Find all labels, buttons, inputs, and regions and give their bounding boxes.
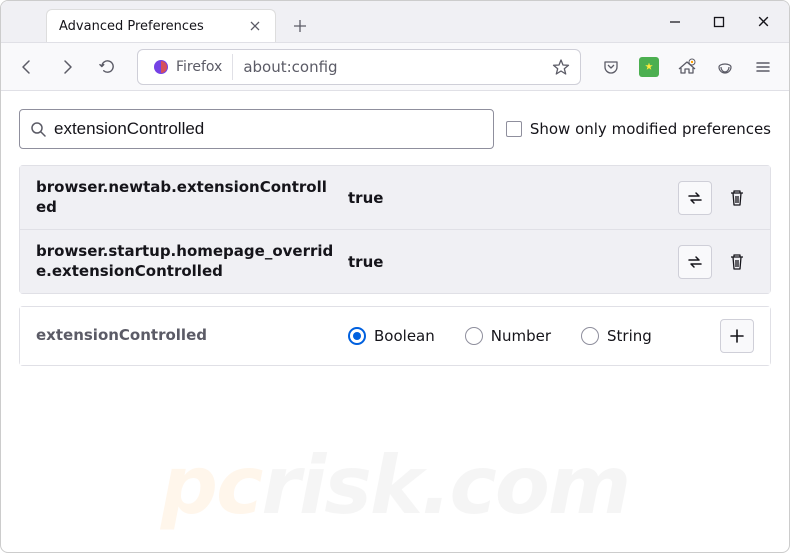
toggle-button[interactable] [678, 245, 712, 279]
tab-close-button[interactable] [247, 18, 263, 34]
preferences-table: browser.newtab.extensionControlled true … [19, 165, 771, 294]
show-modified-label: Show only modified preferences [530, 120, 771, 138]
reload-button[interactable] [89, 49, 125, 85]
window-minimize-button[interactable] [653, 3, 697, 41]
new-pref-actions [720, 319, 754, 353]
titlebar: Advanced Preferences [1, 1, 789, 43]
forward-button[interactable] [49, 49, 85, 85]
back-button[interactable] [9, 49, 45, 85]
radio-input[interactable] [581, 327, 599, 345]
radio-boolean[interactable]: Boolean [348, 327, 435, 345]
search-row: Show only modified preferences [19, 109, 771, 149]
watermark-risk: risk.com [261, 439, 629, 532]
bookmark-star-button[interactable] [546, 52, 576, 82]
watermark-pc: pc [161, 439, 262, 532]
url-bar[interactable]: Firefox about:config [137, 49, 581, 85]
app-menu-button[interactable] [745, 49, 781, 85]
pref-name: browser.startup.homepage_override.extens… [36, 242, 336, 281]
extension-button[interactable] [631, 49, 667, 85]
window-controls [653, 1, 789, 42]
show-modified-checkbox[interactable] [506, 121, 522, 137]
new-pref-type-group: Boolean Number String [348, 327, 708, 345]
extension-icon [639, 57, 659, 77]
radio-number[interactable]: Number [465, 327, 551, 345]
radio-label: String [607, 327, 652, 345]
radio-input[interactable] [465, 327, 483, 345]
search-box[interactable] [19, 109, 494, 149]
watermark: pcrisk.com [1, 439, 789, 532]
delete-button[interactable] [720, 245, 754, 279]
pocket-button[interactable] [593, 49, 629, 85]
pref-name: browser.newtab.extensionControlled [36, 178, 336, 217]
radio-label: Number [491, 327, 551, 345]
url-identity-label: Firefox [176, 59, 222, 75]
pref-actions [678, 181, 754, 215]
pref-value: true [348, 253, 666, 271]
url-identity-box[interactable]: Firefox [142, 54, 233, 80]
search-input[interactable] [54, 119, 483, 139]
pref-row[interactable]: browser.startup.homepage_override.extens… [20, 230, 770, 293]
new-preference-table: extensionControlled Boolean Number Strin… [19, 306, 771, 366]
show-modified-checkbox-row[interactable]: Show only modified preferences [506, 120, 771, 138]
new-pref-row: extensionControlled Boolean Number Strin… [20, 307, 770, 365]
nav-toolbar: Firefox about:config [1, 43, 789, 91]
account-button[interactable] [669, 49, 705, 85]
radio-string[interactable]: String [581, 327, 652, 345]
radio-input[interactable] [348, 327, 366, 345]
window-maximize-button[interactable] [697, 3, 741, 41]
browser-tab[interactable]: Advanced Preferences [46, 9, 276, 42]
toolbar-icon-group [593, 49, 781, 85]
search-icon [30, 121, 46, 137]
config-content: Show only modified preferences browser.n… [1, 91, 789, 552]
new-pref-name: extensionControlled [36, 326, 336, 346]
pref-actions [678, 245, 754, 279]
pref-value: true [348, 189, 666, 207]
browser-window: Advanced Preferences [0, 0, 790, 553]
toggle-button[interactable] [678, 181, 712, 215]
pref-row[interactable]: browser.newtab.extensionControlled true [20, 166, 770, 230]
tabs-area: Advanced Preferences [1, 1, 653, 42]
tab-title: Advanced Preferences [59, 19, 239, 34]
radio-label: Boolean [374, 327, 435, 345]
firefox-logo-icon [152, 58, 170, 76]
new-tab-button[interactable] [284, 10, 316, 42]
add-button[interactable] [720, 319, 754, 353]
delete-button[interactable] [720, 181, 754, 215]
window-close-button[interactable] [741, 3, 785, 41]
url-text[interactable]: about:config [233, 58, 546, 76]
protections-button[interactable] [707, 49, 743, 85]
